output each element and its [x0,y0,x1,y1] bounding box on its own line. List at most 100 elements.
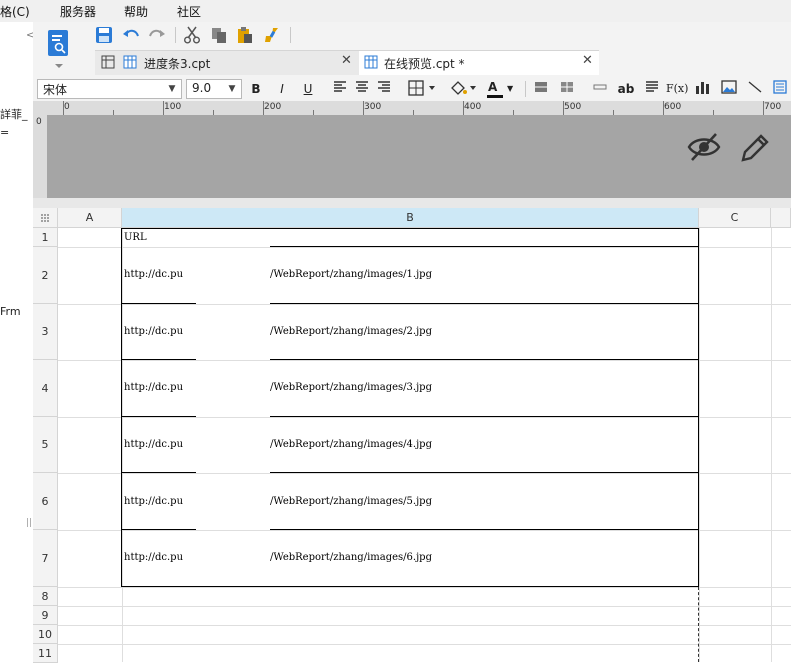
cell-url-suffix[interactable]: /WebReport/zhang/images/3.jpg [270,382,432,393]
row-header[interactable]: 8 [33,587,58,606]
area-divider[interactable] [33,198,791,208]
font-color-swatch [487,95,503,98]
ruler-label: 600 [664,102,682,112]
cell-url-prefix[interactable]: http://dc.pu [124,326,183,337]
chevron-down-icon[interactable]: ▼ [507,80,513,98]
chart-icon[interactable] [694,80,712,98]
cell-url-suffix[interactable]: /WebReport/zhang/images/5.jpg [270,496,432,507]
row-header[interactable]: 7 [33,530,58,587]
paste-icon[interactable] [236,26,254,44]
border-icon[interactable] [407,80,439,98]
align-right-icon[interactable] [376,80,392,98]
underline-button[interactable]: U [300,80,316,98]
row-header[interactable]: 2 [33,247,58,304]
ruler-label: 200 [264,102,282,112]
undo-icon[interactable] [122,26,140,44]
menu-help[interactable]: 帮助 [124,3,148,20]
tab-online-preview[interactable]: 在线预览.cpt * ✕ [359,50,599,75]
close-tab-icon[interactable]: ✕ [341,53,352,68]
split-cells-icon[interactable] [559,80,575,98]
text-lines-icon[interactable] [644,80,660,98]
merge-cells-icon[interactable] [533,80,549,98]
menu-format[interactable]: 格(C) [0,3,30,20]
italic-button[interactable]: I [274,80,290,98]
font-family-value: 宋体 [43,83,68,97]
ruler-label: 300 [364,102,382,112]
align-left-icon[interactable] [332,80,348,98]
formula-button[interactable]: F(x) [666,80,688,98]
hide-preview-icon[interactable] [687,132,721,165]
cell-url-suffix[interactable]: /WebReport/zhang/images/2.jpg [270,326,432,337]
redo-icon[interactable] [148,26,166,44]
menu-server[interactable]: 服务器 [60,3,96,20]
font-color-button[interactable]: A ▼ [486,80,518,98]
edit-icon[interactable] [739,132,771,167]
cell-url-prefix[interactable]: http://dc.pu [124,552,183,563]
report-tab-icon [364,55,378,72]
ruler-label: 400 [464,102,482,112]
font-color-label: A [488,80,498,94]
cell-url-prefix[interactable]: http://dc.pu [124,382,183,393]
template-icon[interactable] [44,28,74,68]
toolbar-separator [525,81,526,97]
menu-community[interactable]: 社区 [177,3,201,20]
copy-icon[interactable] [210,26,228,44]
save-icon[interactable] [95,26,113,44]
insert-row-icon[interactable] [592,80,608,98]
row-header[interactable]: 4 [33,360,58,417]
left-panel: 詳菲_ = Frm [0,22,33,662]
grid-tab-icon [101,55,115,72]
column-header-a[interactable]: A [58,208,122,228]
row-header[interactable]: 3 [33,304,58,360]
tab-label: 在线预览.cpt * [384,57,465,71]
cell-url-suffix[interactable]: /WebReport/zhang/images/1.jpg [270,269,432,280]
cell-url-suffix[interactable]: /WebReport/zhang/images/6.jpg [270,552,432,563]
slash-icon[interactable] [746,80,764,98]
font-family-select[interactable]: 宋体 ▼ [37,79,182,99]
row-header[interactable]: 5 [33,417,58,473]
left-panel-text: Frm [0,305,21,318]
toolbar-separator [290,27,291,43]
fill-color-icon[interactable] [448,80,480,98]
column-header-d[interactable] [771,208,791,228]
row-header[interactable]: 1 [33,228,58,247]
spreadsheet-grid[interactable]: A B C 1 2 3 4 5 6 7 8 9 10 11 URL http:/… [33,208,791,663]
cell-url-prefix[interactable]: http://dc.pu [124,439,183,450]
left-panel-text: 詳菲_ [0,108,28,121]
panel-icon[interactable] [772,80,788,98]
report-tab-icon [123,55,137,72]
font-size-select[interactable]: 9.0 ▼ [186,79,242,99]
ruler-label: 700 [764,102,782,112]
text-tool-button[interactable]: ab [616,80,636,98]
cut-icon[interactable] [183,26,201,44]
chevron-down-icon[interactable]: ▼ [225,80,239,98]
select-all-corner[interactable] [33,208,58,228]
tab-label: 进度条3.cpt [144,57,211,71]
menu-bar: 格(C) 服务器 帮助 社区 [0,0,791,22]
column-header-c[interactable]: C [699,208,771,228]
report-header-area [47,115,791,198]
cell-url-prefix[interactable]: http://dc.pu [124,496,183,507]
cell-b1[interactable]: URL [124,232,147,243]
column-header-b[interactable]: B [122,208,699,228]
toolbar-separator [175,27,176,43]
row-header[interactable]: 6 [33,473,58,530]
grip-icon [41,214,49,222]
align-center-icon[interactable] [354,80,370,98]
cell-url-suffix[interactable]: /WebReport/zhang/images/4.jpg [270,439,432,450]
left-panel-text: = [0,126,10,139]
cell-url-prefix[interactable]: http://dc.pu [124,269,183,280]
splitter-handle[interactable]: || [26,518,32,528]
row-header[interactable]: 11 [33,644,58,663]
close-tab-icon[interactable]: ✕ [582,53,593,68]
chevron-down-icon[interactable]: ▼ [165,80,179,98]
row-header[interactable]: 10 [33,625,58,644]
ruler-label: 500 [564,102,582,112]
font-size-value: 9.0 [192,81,212,95]
ruler-label: 100 [164,102,182,112]
tab-progress[interactable]: 进度条3.cpt ✕ [95,50,359,75]
format-painter-icon[interactable] [263,26,281,44]
image-icon[interactable] [720,80,738,98]
row-header[interactable]: 9 [33,606,58,625]
bold-button[interactable]: B [248,80,264,98]
